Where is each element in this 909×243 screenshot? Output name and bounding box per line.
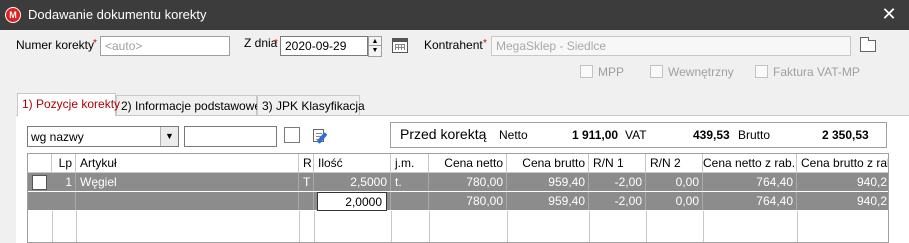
cell-cena-brutto-rab: 940,2 xyxy=(856,175,887,189)
cell-rn1: -2,00 xyxy=(589,192,646,210)
cell-ilosc[interactable]: 2,5000 xyxy=(314,173,391,191)
column-header-cena-brutto[interactable]: Cena brutto xyxy=(507,154,589,173)
internal-checkbox[interactable] xyxy=(650,65,663,78)
summary-title: Przed korektą xyxy=(400,126,487,142)
column-header-cena-netto[interactable]: Cena netto xyxy=(429,154,507,173)
grid-line xyxy=(797,211,798,242)
title-bar: M Dodawanie dokumentu korekty ✕ xyxy=(0,0,909,30)
cell-artykul xyxy=(76,192,299,210)
tab-jpk-klasyfikacja[interactable]: 3) JPK Klasyfikacja xyxy=(257,95,365,115)
grid-line xyxy=(429,211,430,242)
number-field[interactable]: <auto> xyxy=(100,36,230,56)
cell-cena-brutto-rab: 940,2 xyxy=(856,194,887,208)
summary-brutto-label: Brutto xyxy=(738,128,771,142)
grid-line xyxy=(589,211,590,242)
app-logo-icon: M xyxy=(5,7,21,23)
contractor-label: Kontrahent xyxy=(424,38,483,52)
contractor-required-mark: * xyxy=(483,38,487,49)
cell-jm: t. xyxy=(391,173,429,191)
column-header-ilosc[interactable]: Ilość xyxy=(314,154,391,173)
grid-line xyxy=(52,211,53,242)
column-header-artykul[interactable]: Artykuł xyxy=(76,154,299,173)
date-label: Z dnia xyxy=(244,36,278,50)
summary-netto-label: Netto xyxy=(499,128,528,142)
table-row[interactable]: 780,00 959,40 -2,00 0,00 764,40 940,2 xyxy=(28,192,888,210)
grid-line xyxy=(507,211,508,242)
filter-checkbox[interactable] xyxy=(284,127,300,143)
grid-line xyxy=(646,211,647,242)
cell-cena-netto: 780,00 xyxy=(429,192,507,210)
mpp-checkbox[interactable] xyxy=(580,65,593,78)
cell-jm xyxy=(391,192,429,210)
summary-vat-label: VAT xyxy=(625,128,647,142)
cell-rn2: 0,00 xyxy=(646,192,703,210)
cell-cena-netto: 780,00 xyxy=(429,173,507,191)
grid-line xyxy=(314,211,315,242)
cell-artykul: Węgiel xyxy=(76,173,299,191)
cell-r xyxy=(299,192,314,210)
close-button[interactable]: ✕ xyxy=(879,4,899,24)
cell-rn1: -2,00 xyxy=(589,173,646,191)
table-row[interactable]: 1 Węgiel T 2,5000 t. 780,00 959,40 -2,00… xyxy=(28,173,888,191)
number-label: Numer korekty xyxy=(16,38,95,52)
grid-line xyxy=(703,211,704,242)
cell-lp: 1 xyxy=(52,173,76,191)
column-header-cena-brutto-rab[interactable]: Cena brutto z rab. xyxy=(797,154,888,173)
cell-cena-netto-rab: 764,40 xyxy=(703,192,797,210)
date-spinner[interactable]: ▲ ▼ xyxy=(368,36,382,57)
cell-cena-netto-rab: 764,40 xyxy=(703,173,797,191)
date-required-mark: * xyxy=(274,38,278,49)
grid-line xyxy=(299,211,300,242)
search-input[interactable] xyxy=(184,126,277,147)
internal-label: Wewnętrzny xyxy=(668,65,734,79)
sort-value: wg nazwy xyxy=(31,130,84,144)
number-required-mark: * xyxy=(93,38,97,49)
grid-line xyxy=(391,211,392,242)
spin-up-icon[interactable]: ▲ xyxy=(369,37,381,46)
column-header-lp[interactable]: Lp xyxy=(52,154,76,173)
folder-icon[interactable] xyxy=(860,37,876,52)
column-header-rn2[interactable]: R/N 2 xyxy=(646,154,703,173)
grid-line xyxy=(76,211,77,242)
column-header-cena-netto-rab[interactable]: Cena netto z rab. xyxy=(703,154,797,173)
column-header-rn1[interactable]: R/N 1 xyxy=(589,154,646,173)
summary-netto-value: 1 911,00 xyxy=(572,128,619,142)
window-title: Dodawanie dokumentu korekty xyxy=(28,7,207,22)
mpp-label: MPP xyxy=(598,65,625,79)
spin-down-icon[interactable]: ▼ xyxy=(369,46,381,55)
cell-rn2: 0,00 xyxy=(646,173,703,191)
row-select-checkbox[interactable] xyxy=(32,175,47,190)
cell-lp xyxy=(52,192,76,210)
cell-r: T xyxy=(299,173,314,191)
date-field[interactable]: 2020-09-29 xyxy=(280,36,368,56)
summary-vat-value: 439,53 xyxy=(693,128,730,142)
vat-mp-checkbox[interactable] xyxy=(755,65,768,78)
column-header-r[interactable]: R xyxy=(299,154,314,173)
positions-table[interactable]: Lp Artykuł R Ilość j.m. Cena netto Cena … xyxy=(27,153,889,243)
chevron-down-icon[interactable]: ▼ xyxy=(160,127,178,146)
contractor-field[interactable]: MegaSklep - Siedlce xyxy=(491,36,851,56)
tab-pozycje-korekty[interactable]: 1) Pozycje korekty xyxy=(17,93,120,116)
edit-document-icon[interactable] xyxy=(312,128,328,144)
vat-mp-label: Faktura VAT-MP xyxy=(773,65,860,79)
column-header-jm[interactable]: j.m. xyxy=(391,154,429,173)
tab-informacje-podstawowe[interactable]: 2) Informacje podstawowe xyxy=(116,95,261,115)
sort-select[interactable]: wg nazwy ▼ xyxy=(27,126,179,147)
cell-cena-brutto: 959,40 xyxy=(507,192,589,210)
summary-before-correction: Przed korektą Netto 1 911,00 VAT 439,53 … xyxy=(390,122,887,148)
column-select-header xyxy=(28,154,52,173)
cell-cena-brutto: 959,40 xyxy=(507,173,589,191)
summary-brutto-value: 2 350,53 xyxy=(822,128,869,142)
quantity-edit-field[interactable]: 2,0000 xyxy=(317,192,387,211)
calendar-icon[interactable] xyxy=(392,38,408,53)
